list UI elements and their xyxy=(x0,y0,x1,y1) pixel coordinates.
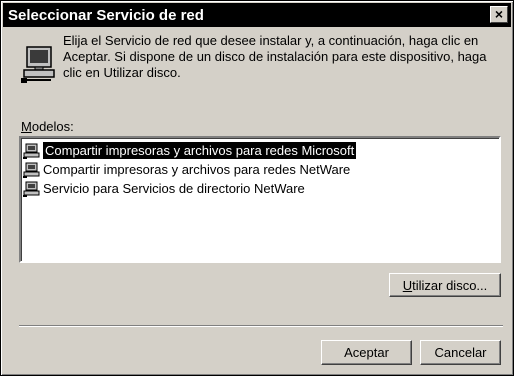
title-bar[interactable]: Seleccionar Servicio de red × xyxy=(3,3,511,27)
list-item-label: Compartir impresoras y archivos para red… xyxy=(43,142,357,159)
close-button[interactable]: × xyxy=(490,6,508,23)
models-label-rest: odelos: xyxy=(31,119,74,134)
network-computer-icon xyxy=(21,46,55,83)
list-item[interactable]: Servicio para Servicios de directorio Ne… xyxy=(23,179,305,198)
have-disk-button[interactable]: Utilizar disco... xyxy=(389,273,501,297)
network-service-icon xyxy=(23,143,40,159)
separator xyxy=(19,325,503,327)
list-item-label: Servicio para Servicios de directorio Ne… xyxy=(43,181,305,196)
list-item[interactable]: Compartir impresoras y archivos para red… xyxy=(23,141,498,160)
have-disk-rest: tilizar disco... xyxy=(412,277,488,293)
dialog-window: Seleccionar Servicio de red × Elija el S… xyxy=(0,0,514,376)
list-item[interactable]: Compartir impresoras y archivos para red… xyxy=(23,160,350,179)
ok-button[interactable]: Aceptar xyxy=(321,340,412,365)
cancel-button[interactable]: Cancelar xyxy=(420,340,501,365)
instructions-text: Elija el Servicio de red que desee insta… xyxy=(63,33,487,80)
network-service-icon xyxy=(23,181,40,197)
have-disk-accel: U xyxy=(402,277,413,293)
models-listbox[interactable]: Compartir impresoras y archivos para red… xyxy=(19,136,501,263)
list-item-label: Compartir impresoras y archivos para red… xyxy=(43,162,351,177)
window-title: Seleccionar Servicio de red xyxy=(8,6,204,24)
models-label-accel: M xyxy=(21,119,32,134)
network-service-icon xyxy=(23,162,40,178)
models-label: Modelos: xyxy=(21,119,74,134)
